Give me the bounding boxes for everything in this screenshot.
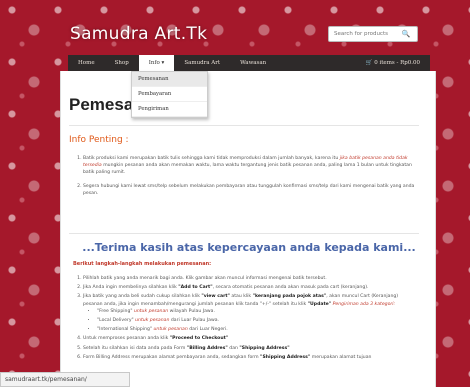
- status-bar-url: samudraart.tk/pemesanan/: [0, 372, 130, 387]
- step-item: Form Billing Address merupakan alamat pe…: [83, 354, 418, 361]
- shipping-text: dari Luar Negeri.: [187, 327, 228, 333]
- step-item: Pilihlah batik yang anda menarik bagi an…: [83, 275, 418, 282]
- nav-item-info-label: Info: [148, 60, 160, 66]
- menu-item-pemesanan[interactable]: Pemesanan: [132, 72, 207, 87]
- step-keyword: "Shipping Address": [260, 354, 311, 360]
- search-icon[interactable]: 🔍: [399, 30, 413, 38]
- step-keyword: "Billing Addres": [186, 345, 228, 351]
- step-keyword: "Shipping Address": [239, 345, 290, 351]
- step-text: Setelah itu silahkan isi data anda pada …: [83, 345, 187, 351]
- nav-item-wawasan[interactable]: Wawasan: [230, 55, 276, 71]
- step-text: , secara otomatis pesanan anda akan masu…: [212, 285, 369, 291]
- info-text: mungkin pesanan anda akan memakan waktu,…: [83, 163, 412, 176]
- step-item: Untuk memproses pesanan anda klik "Proce…: [83, 335, 418, 342]
- step-text: Untuk memproses pesanan anda klik: [83, 336, 170, 342]
- shipping-text: wilayah Pulau Jawa.: [168, 308, 215, 314]
- shipping-highlight: untuk pesanan: [133, 308, 169, 314]
- info-item: Segera hubungi kami lewat sms/telp sebel…: [83, 183, 418, 197]
- shipping-name: "Free Shipping": [97, 308, 134, 314]
- nav-item-info[interactable]: Info ▾: [138, 55, 175, 71]
- browser-viewport: Samudra Art.Tk 🔍 Home Shop Info ▾ Samudr…: [0, 0, 470, 387]
- shipping-item: "Local Delivery" untuk pesanan dari Luar…: [97, 317, 418, 324]
- step-text: Jika Anda ingin membelinya silahkan klik: [83, 285, 179, 291]
- shipping-name: "Local Delivery": [97, 318, 136, 324]
- divider: [69, 125, 419, 126]
- info-heading: Info Penting :: [69, 135, 129, 145]
- info-item: Batik produksi kami merupakan batik tuli…: [83, 155, 418, 177]
- shipping-highlight: untuk pesanan: [135, 318, 170, 324]
- site-title[interactable]: Samudra Art.Tk: [70, 24, 207, 44]
- step-text: dan: [227, 345, 240, 351]
- divider: [69, 233, 419, 234]
- step-keyword: "Update": [307, 301, 332, 307]
- nav-item-home[interactable]: Home: [68, 55, 105, 71]
- menu-item-pengiriman[interactable]: Pengiriman: [132, 102, 207, 117]
- main-content: Pemesanan Info Penting : Batik produksi …: [60, 71, 436, 387]
- info-list: Batik produksi kami merupakan batik tuli…: [73, 155, 418, 203]
- cart-icon: 🛒: [365, 60, 373, 66]
- shipping-name: "International Shipping": [97, 327, 154, 333]
- step-item: Jika batik yang anda beli sudah cukup si…: [83, 293, 418, 333]
- thanks-heading: ...Terima kasih atas kepercayaan anda ke…: [82, 241, 416, 254]
- nav-item-samudra-art[interactable]: Samudra Art: [174, 55, 230, 71]
- cart-link[interactable]: 🛒 0 items - Rp0.00: [356, 55, 430, 71]
- cart-summary: 0 items - Rp0.00: [374, 60, 420, 66]
- shipping-list: "Free Shipping" untuk pesanan wilayah Pu…: [97, 308, 418, 334]
- info-text: Batik produksi kami merupakan batik tuli…: [83, 156, 340, 161]
- menu-item-pembayaran[interactable]: Pembayaran: [132, 87, 207, 102]
- shipping-item: "International Shipping" untuk pesanan d…: [97, 326, 418, 333]
- search-box: 🔍: [328, 26, 418, 42]
- main-navbar: Home Shop Info ▾ Samudra Art Wawasan 🛒 0…: [68, 55, 430, 71]
- step-keyword: "view cart": [201, 294, 230, 300]
- shipping-item: "Free Shipping" untuk pesanan wilayah Pu…: [97, 308, 418, 315]
- steps-list: Pilihlah batik yang anda menarik bagi an…: [83, 275, 418, 361]
- search-input[interactable]: [329, 27, 399, 41]
- step-text: merupakan alamat tujuan: [310, 354, 372, 360]
- step-highlight: Pengiriman ada 3 kategori:: [331, 301, 396, 307]
- step-text: Jika batik yang anda beli sudah cukup si…: [83, 294, 202, 300]
- step-keyword: "keranjang pada pojok atas": [252, 294, 327, 300]
- steps-title: Berikut langkah-langkah melakukan pemesa…: [73, 261, 212, 267]
- step-keyword: "Add to Cart": [178, 285, 213, 291]
- step-text: Pilihlah batik yang anda menarik bagi an…: [83, 276, 327, 281]
- shipping-highlight: untuk pesanan: [153, 327, 188, 333]
- chevron-down-icon: ▾: [161, 60, 165, 66]
- step-item: Setelah itu silahkan isi data anda pada …: [83, 345, 418, 352]
- steps-section: Pilihlah batik yang anda menarik bagi an…: [73, 275, 418, 363]
- info-text: Segera hubungi kami lewat sms/telp sebel…: [83, 183, 415, 196]
- step-text: Form Billing Address merupakan alamat pe…: [83, 354, 261, 360]
- step-keyword: "Proceed to Checkout": [169, 336, 229, 342]
- nav-item-shop[interactable]: Shop: [105, 55, 139, 71]
- step-text: atau klik: [229, 294, 253, 300]
- step-item: Jika Anda ingin membelinya silahkan klik…: [83, 284, 418, 291]
- info-dropdown-menu: Pemesanan Pembayaran Pengiriman: [131, 71, 208, 118]
- shipping-text: dari Luar Pulau Jawa.: [169, 318, 220, 324]
